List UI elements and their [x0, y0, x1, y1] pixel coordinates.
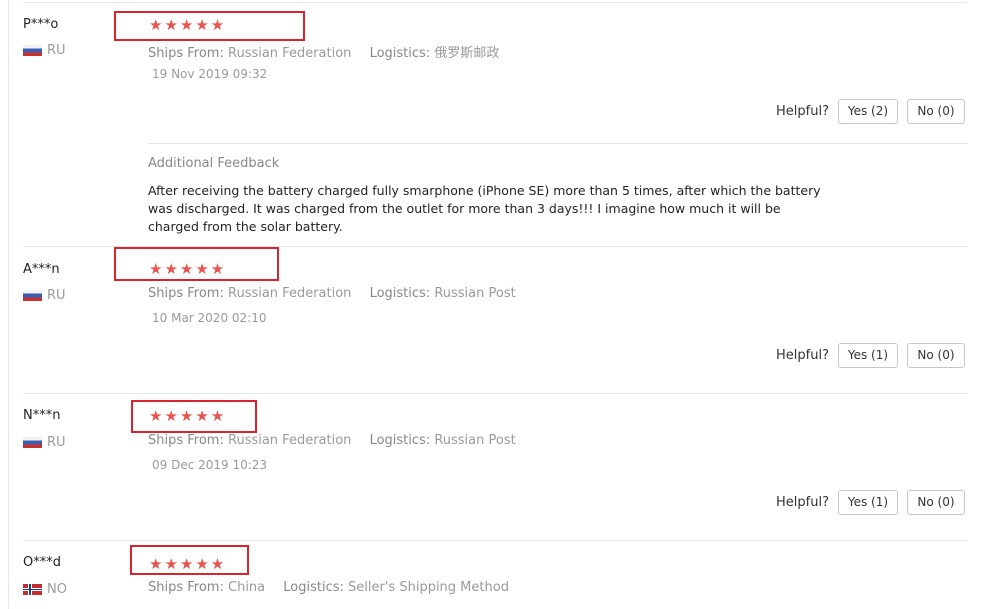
russia-flag-icon [23, 290, 42, 301]
review-date: 09 Dec 2019 10:23 [152, 458, 268, 472]
helpful-no-button[interactable]: No (0) [906, 343, 965, 368]
country-code: RU [47, 43, 66, 58]
review-date: 19 Nov 2019 09:32 [152, 67, 268, 81]
reviewer-country: RU [23, 43, 66, 58]
top-divider [23, 2, 967, 3]
helpful-label: Helpful? [776, 104, 829, 119]
russia-flag-icon [23, 45, 42, 56]
reviewer-name: P***o [23, 17, 59, 32]
logistics-value: Seller's Shipping Method [348, 580, 509, 595]
logistics-label: Logistics: [283, 580, 344, 595]
norway-flag-icon [23, 584, 42, 595]
star-icon: ★★★★★ [149, 260, 227, 278]
helpful-no-button[interactable]: No (0) [906, 490, 965, 515]
review-date: 10 Mar 2020 02:10 [152, 311, 267, 325]
country-code: RU [47, 288, 66, 303]
logistics-label: Logistics: [369, 286, 431, 301]
star-rating: ★★★★★ [149, 557, 226, 572]
star-rating: ★★★★★ [149, 409, 226, 424]
reviewer-name: N***n [23, 408, 61, 423]
helpful-label: Helpful? [776, 348, 829, 363]
reviews-page: P***o RU ★★★★★ Ships From: Russian Feder… [0, 0, 994, 609]
logistics-value: Russian Post [434, 286, 516, 301]
star-icon: ★★★★★ [149, 16, 227, 34]
logistics-value: 俄罗斯邮政 [434, 46, 500, 61]
helpful-votes: Helpful? Yes (1) No (0) [776, 490, 965, 515]
ships-from-value: Russian Federation [228, 286, 352, 301]
helpful-votes: Helpful? Yes (2) No (0) [776, 99, 965, 124]
ships-from-label: Ships From: [148, 433, 224, 448]
ships-from-label: Ships From: [148, 286, 224, 301]
helpful-no-button[interactable]: No (0) [906, 99, 965, 124]
star-rating: ★★★★★ [149, 18, 226, 33]
helpful-label: Helpful? [776, 495, 829, 510]
helpful-yes-button[interactable]: Yes (2) [837, 99, 898, 124]
reviewer-country: RU [23, 288, 66, 303]
review-divider [23, 540, 967, 541]
star-icon: ★★★★★ [149, 407, 227, 425]
star-icon: ★★★★★ [149, 555, 227, 573]
ships-from-value: Russian Federation [228, 433, 352, 448]
shipping-info: Ships From: China Logistics: Seller's Sh… [148, 580, 509, 595]
shipping-info: Ships From: Russian Federation Logistics… [148, 286, 516, 301]
logistics-value: Russian Post [434, 433, 516, 448]
reviewer-name: A***n [23, 262, 60, 277]
reviewer-country: NO [23, 582, 67, 597]
ships-from-value: China [228, 580, 266, 595]
reviewer-name: O***d [23, 555, 61, 570]
helpful-yes-button[interactable]: Yes (1) [837, 343, 898, 368]
ships-from-label: Ships From: [148, 46, 224, 61]
country-code: RU [47, 435, 66, 450]
left-border-line [8, 0, 9, 609]
flag-cross-horizontal [23, 589, 42, 590]
ships-from-value: Russian Federation [228, 46, 352, 61]
star-rating: ★★★★★ [149, 262, 226, 277]
shipping-info: Ships From: Russian Federation Logistics… [148, 42, 499, 61]
reviewer-country: RU [23, 435, 66, 450]
logistics-label: Logistics: [369, 433, 431, 448]
feedback-divider [148, 143, 968, 144]
shipping-info: Ships From: Russian Federation Logistics… [148, 433, 516, 448]
additional-feedback-title: Additional Feedback [148, 156, 280, 171]
logistics-label: Logistics: [369, 46, 431, 61]
russia-flag-icon [23, 437, 42, 448]
additional-feedback-text: After receiving the battery charged full… [148, 183, 821, 234]
country-code: NO [47, 582, 67, 597]
helpful-yes-button[interactable]: Yes (1) [837, 490, 898, 515]
ships-from-label: Ships From: [148, 580, 224, 595]
review-divider [23, 393, 967, 394]
helpful-votes: Helpful? Yes (1) No (0) [776, 343, 965, 368]
